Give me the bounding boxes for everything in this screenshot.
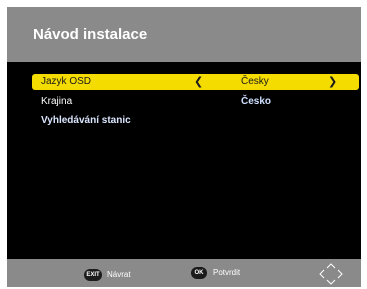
menu-item-label: Krajina bbox=[41, 96, 73, 107]
dpad-arrows-icon bbox=[319, 263, 343, 285]
menu-item-label: Vyhledávání stanic bbox=[41, 115, 131, 126]
exit-hint-label: Návrat bbox=[107, 270, 131, 279]
tv-screen: Návod instalace Jazyk OSD ❮ Česky ❯ Kraj… bbox=[7, 7, 361, 287]
chevron-left-icon[interactable]: ❮ bbox=[194, 74, 203, 90]
ok-hint-label: Potvrdit bbox=[213, 268, 241, 277]
menu-item-label: Jazyk OSD bbox=[41, 76, 92, 87]
page-title: Návod instalace bbox=[33, 26, 148, 43]
menu-item-vyhledavani-stanic[interactable]: Vyhledávání stanic bbox=[32, 113, 359, 129]
menu-item-jazyk-osd[interactable]: Jazyk OSD ❮ Česky ❯ bbox=[32, 74, 359, 90]
exit-key-icon: EXIT bbox=[84, 269, 102, 281]
menu-area: Jazyk OSD ❮ Česky ❯ Krajina Česko Vyhled… bbox=[7, 62, 361, 259]
menu-item-value: Česky bbox=[241, 76, 269, 87]
ok-key-icon: OK bbox=[191, 267, 207, 279]
chevron-right-icon[interactable]: ❯ bbox=[328, 74, 337, 90]
footer-hint-bar: EXIT Návrat OK Potvrdit bbox=[7, 259, 361, 287]
menu-item-krajina[interactable]: Krajina Česko bbox=[32, 94, 359, 110]
header-bar: Návod instalace bbox=[7, 7, 361, 62]
menu-item-value: Česko bbox=[241, 96, 272, 107]
